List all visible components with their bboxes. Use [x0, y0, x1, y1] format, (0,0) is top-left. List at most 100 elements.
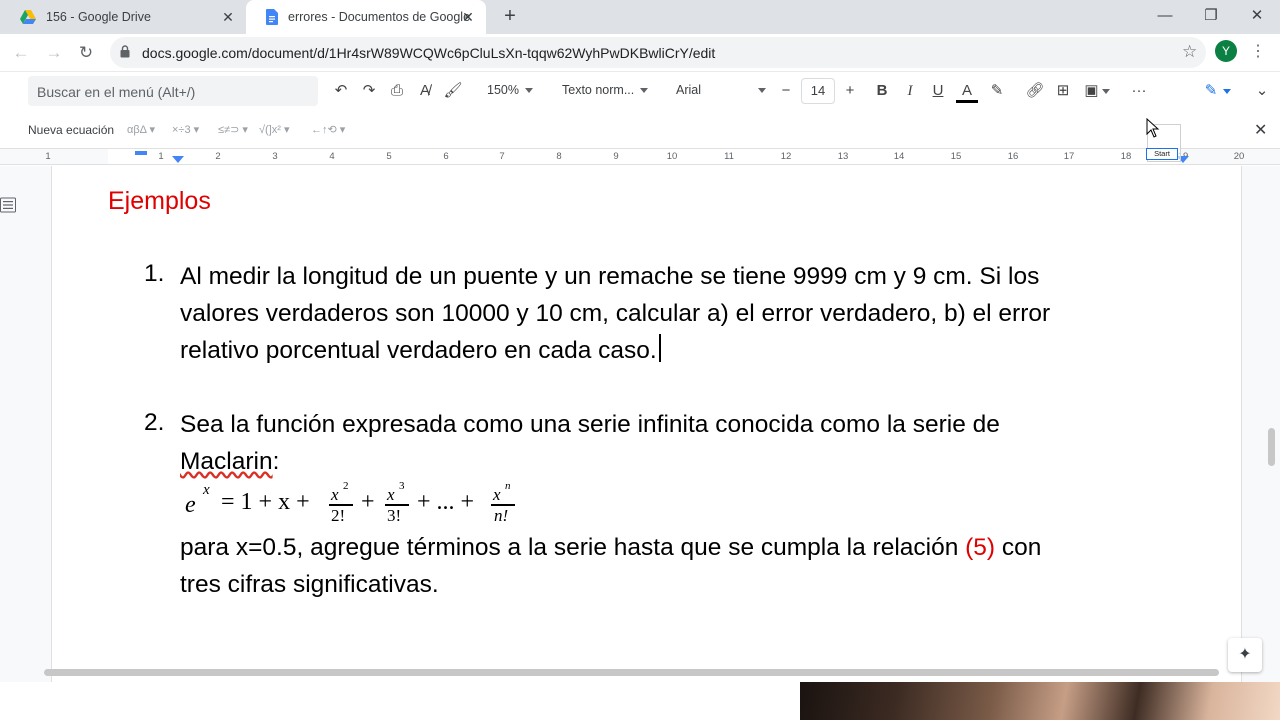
chevron-down-icon: [640, 88, 649, 94]
text-line: valores verdaderos son 10000 y 10 cm, ca…: [180, 300, 1051, 327]
ruler-tick: 5: [386, 151, 392, 162]
new-equation-button[interactable]: Nueva ecuación: [28, 123, 114, 137]
lock-icon: [120, 45, 130, 58]
tab-title: 156 - Google Drive: [46, 10, 151, 24]
style-select[interactable]: Texto norm...: [562, 83, 649, 97]
omnibox[interactable]: docs.google.com/document/d/1Hr4srW89WCQW…: [110, 37, 1206, 68]
chevron-down-icon: [524, 88, 533, 94]
paint-format-icon[interactable]: 🖌︎: [442, 80, 464, 102]
ruler-tick: 1: [158, 151, 164, 162]
equation-toolbar: Nueva ecuación αβΔ ▾ ×÷3 ▾ ≤≠⊃ ▾ √(]x² ▾…: [0, 110, 1280, 148]
frac-numerator: x: [493, 485, 501, 504]
forward-icon[interactable]: →: [43, 42, 65, 64]
math-operators-menu[interactable]: √(]x² ▾: [259, 123, 290, 136]
more-options-icon[interactable]: ···: [1128, 80, 1150, 102]
tab-google-drive[interactable]: 156 - Google Drive ✕: [0, 0, 246, 34]
relations-menu[interactable]: ≤≠⊃ ▾: [218, 123, 248, 136]
minimize-icon[interactable]: —: [1155, 6, 1175, 26]
browser-menu-icon[interactable]: ⋮: [1250, 42, 1266, 62]
text-line: Maclarin:: [180, 448, 280, 475]
zoom-select[interactable]: 150%: [487, 83, 533, 97]
underline-button[interactable]: U: [928, 80, 948, 102]
font-value: Arial: [676, 83, 702, 97]
redo-icon[interactable]: ↷: [358, 80, 380, 102]
insert-link-icon[interactable]: 🔗︎: [1024, 80, 1046, 102]
ruler-tick: 16: [1007, 151, 1019, 162]
frac-numerator: x: [331, 485, 339, 504]
reload-icon[interactable]: ↻: [75, 42, 97, 64]
close-tab-icon[interactable]: ✕: [460, 9, 476, 25]
text-line: Al medir la longitud de un puente y un r…: [180, 263, 1040, 290]
text-cursor: [658, 334, 661, 362]
close-tab-icon[interactable]: ✕: [220, 9, 236, 25]
menu-search-input[interactable]: Buscar en el menú (Alt+/): [28, 76, 318, 106]
list-item-2[interactable]: Sea la función expresada como una serie …: [180, 406, 1000, 480]
ruler-tick: 12: [780, 151, 792, 162]
bookmark-star-icon[interactable]: ☆: [1182, 42, 1197, 62]
arrows-menu[interactable]: ←↑⟲ ▾: [311, 123, 345, 136]
vertical-scrollbar[interactable]: [1268, 428, 1275, 466]
start-label[interactable]: Start: [1146, 148, 1178, 160]
text-line: tres cifras significativas.: [180, 571, 439, 598]
ruler-tick: 13: [837, 151, 849, 162]
ruler-tick: 9: [613, 151, 619, 162]
font-select[interactable]: Arial: [676, 83, 766, 97]
eq-main: = 1 + x +: [221, 489, 310, 515]
text-color-button[interactable]: A: [956, 80, 978, 103]
bold-button[interactable]: B: [872, 80, 892, 102]
tab-errores-docs[interactable]: errores - Documentos de Google ✕: [246, 0, 486, 34]
equation-reference: (5): [965, 534, 996, 561]
text-color-icon: A: [961, 82, 972, 99]
ruler-tick: 18: [1120, 151, 1132, 162]
add-comment-icon[interactable]: ⊞: [1052, 80, 1074, 102]
text-line: Sea la función expresada como una serie …: [180, 411, 1000, 438]
hide-menus-chevron-icon[interactable]: ⌄: [1252, 80, 1272, 102]
list-item-1[interactable]: Al medir la longitud de un puente y un r…: [180, 258, 1050, 369]
zoom-value: 150%: [487, 83, 519, 97]
explore-icon[interactable]: ✦: [1228, 638, 1262, 672]
ruler[interactable]: 1 1 2 3 4 5 6 7 8 9 10 11 12 13 14 15 16…: [0, 148, 1280, 165]
frac-exponent: 3: [399, 480, 405, 492]
docs-toolbar: Buscar en el menú (Alt+/) ↶ ↷ ⎙ A̸ 🖌︎ 15…: [0, 72, 1280, 110]
first-line-indent-marker[interactable]: [135, 151, 147, 155]
insert-image-icon[interactable]: ▣: [1080, 80, 1114, 102]
profile-avatar[interactable]: Y: [1215, 40, 1237, 62]
text-line: relativo porcentual verdadero en cada ca…: [180, 332, 1050, 369]
increase-font-size-button[interactable]: +: [840, 80, 860, 102]
mouse-pointer-icon: [1146, 118, 1160, 138]
decrease-font-size-button[interactable]: −: [776, 80, 796, 102]
spellcheck-icon[interactable]: A̸: [414, 80, 436, 102]
restore-icon[interactable]: ❐: [1201, 6, 1221, 26]
undo-icon[interactable]: ↶: [330, 80, 352, 102]
ruler-tick: 17: [1063, 151, 1075, 162]
ruler-tick: 4: [329, 151, 335, 162]
frac-exponent: 2: [343, 480, 349, 492]
google-drive-icon: [20, 10, 36, 24]
ruler-tick: 2: [215, 151, 221, 162]
webcam-overlay-image: [800, 682, 1280, 720]
editing-mode-icon[interactable]: ✎: [1198, 80, 1238, 102]
misc-operations-menu[interactable]: ×÷3 ▾: [172, 123, 199, 136]
chevron-down-icon: [758, 88, 766, 93]
misspelled-word[interactable]: Maclarin: [180, 448, 273, 475]
list-number-1: 1.: [144, 260, 165, 287]
back-icon[interactable]: ←: [10, 42, 32, 64]
font-size-input[interactable]: 14: [801, 78, 835, 104]
left-indent-marker[interactable]: [172, 156, 184, 163]
text-line: para x=0.5, agregue términos a la serie …: [180, 534, 1042, 561]
italic-button[interactable]: I: [900, 80, 920, 102]
ruler-tick: 1: [45, 151, 51, 162]
heading-ejemplos[interactable]: Ejemplos: [108, 187, 211, 216]
new-tab-button[interactable]: +: [500, 6, 520, 27]
horizontal-scrollbar[interactable]: [44, 669, 1219, 676]
ruler-tick: 10: [666, 151, 678, 162]
frac-denominator: 2!: [331, 506, 346, 525]
close-window-icon[interactable]: ✕: [1247, 6, 1267, 26]
highlight-icon[interactable]: ✎: [986, 80, 1008, 102]
close-equation-bar-icon[interactable]: ✕: [1254, 120, 1267, 140]
url-text: docs.google.com/document/d/1Hr4srW89WCQW…: [142, 45, 716, 61]
greek-letters-menu[interactable]: αβΔ ▾: [127, 123, 155, 136]
document-outline-icon[interactable]: [0, 197, 16, 213]
print-icon[interactable]: ⎙: [386, 80, 408, 102]
list-item-2-continued[interactable]: para x=0.5, agregue términos a la serie …: [180, 529, 1041, 603]
